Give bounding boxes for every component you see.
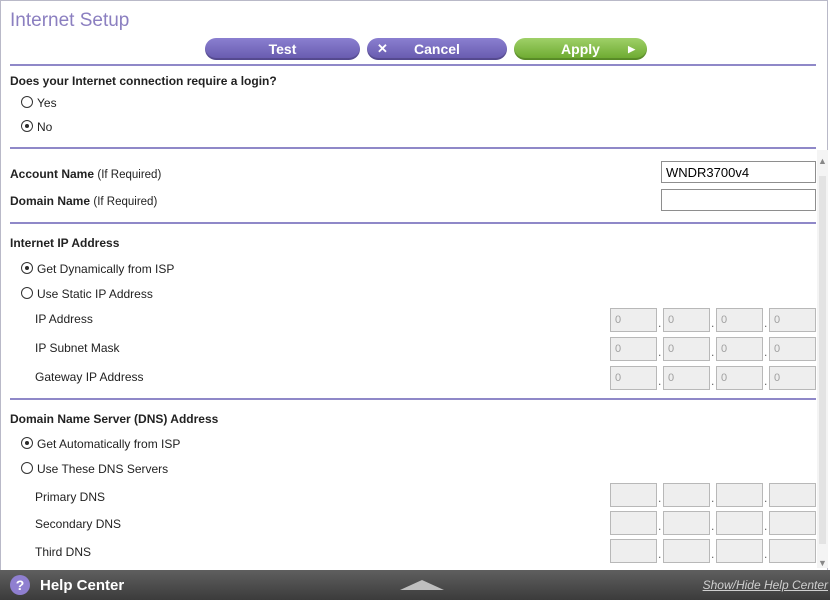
help-question-icon[interactable]: ? [10,575,30,595]
ip-address-octet-1[interactable] [610,308,657,332]
internet-ip-heading: Internet IP Address [10,236,120,250]
octet-separator: . [658,345,662,359]
subnet-mask-octet-1[interactable] [610,337,657,361]
ip-address-label: IP Address [35,312,93,326]
octet-separator: . [658,519,662,533]
primary-dns-label: Primary DNS [35,490,106,504]
octet-separator: . [764,374,768,388]
login-yes-radio[interactable] [21,96,33,108]
ip-address-octet-4[interactable] [769,308,816,332]
ip-static-label: Use Static IP Address [37,287,153,301]
scrollbar-thumb[interactable] [819,176,826,544]
third-dns-label: Third DNS [35,545,92,559]
play-arrow-icon: ▶ [628,43,635,54]
dns-auto-radio[interactable] [21,437,33,449]
secondary-dns-octet-4[interactable] [769,511,816,535]
octet-separator: . [711,374,715,388]
ip-static-radio[interactable] [21,287,33,299]
dns-heading: Domain Name Server (DNS) Address [10,412,219,426]
third-dns-octet-2[interactable] [663,539,710,563]
secondary-dns-label: Secondary DNS [35,517,122,531]
secondary-dns-octet-3[interactable] [716,511,763,535]
ip-dynamic-label: Get Dynamically from ISP [37,262,175,276]
scroll-up-arrow-icon[interactable]: ▲ [818,156,827,166]
secondary-dns-octet-1[interactable] [610,511,657,535]
octet-separator: . [658,374,662,388]
help-center-bar: ? Help Center Show/Hide Help Center [0,570,830,600]
octet-separator: . [658,316,662,330]
test-button[interactable]: Test [205,38,360,60]
octet-separator: . [658,547,662,561]
octet-separator: . [658,491,662,505]
page-title: Internet Setup [10,10,130,31]
subnet-mask-octet-2[interactable] [663,337,710,361]
divider [10,64,816,66]
octet-separator: . [764,316,768,330]
divider [10,222,816,224]
expand-up-arrow-icon[interactable] [400,580,444,590]
third-dns-octet-1[interactable] [610,539,657,563]
primary-dns-octet-4[interactable] [769,483,816,507]
domain-name-input[interactable] [661,189,816,211]
primary-dns-octet-3[interactable] [716,483,763,507]
gateway-ip-octet-1[interactable] [610,366,657,390]
subnet-mask-octet-4[interactable] [769,337,816,361]
login-no-radio[interactable] [21,120,33,132]
ip-dynamic-radio[interactable] [21,262,33,274]
dns-manual-label: Use These DNS Servers [37,462,169,476]
octet-separator: . [764,547,768,561]
domain-name-label: Domain Name (If Required) [10,194,157,208]
help-center-title: Help Center [40,577,125,594]
if-required-note: (If Required) [97,169,162,181]
gateway-ip-octet-3[interactable] [716,366,763,390]
ip-address-octet-2[interactable] [663,308,710,332]
third-dns-octet-3[interactable] [716,539,763,563]
third-dns-octet-4[interactable] [769,539,816,563]
show-hide-help-link[interactable]: Show/Hide Help Center [703,578,828,592]
apply-button[interactable]: Apply ▶ [514,38,647,60]
octet-separator: . [711,519,715,533]
gateway-ip-octet-2[interactable] [663,366,710,390]
test-label: Test [268,41,297,57]
cancel-button[interactable]: ✕ Cancel [367,38,507,60]
login-no-label: No [37,120,53,134]
vertical-scrollbar[interactable]: ▲ ▼ [817,150,828,568]
if-required-note: (If Required) [93,196,158,208]
octet-separator: . [764,519,768,533]
octet-separator: . [711,345,715,359]
close-icon: ✕ [377,41,388,56]
divider [10,398,816,400]
gateway-ip-octet-4[interactable] [769,366,816,390]
octet-separator: . [711,547,715,561]
primary-dns-octet-1[interactable] [610,483,657,507]
account-name-input[interactable] [661,161,816,183]
gateway-ip-label: Gateway IP Address [35,370,144,384]
dns-auto-label: Get Automatically from ISP [37,437,181,451]
cancel-label: Cancel [414,41,460,57]
login-question: Does your Internet connection require a … [10,74,277,88]
dns-manual-radio[interactable] [21,462,33,474]
octet-separator: . [764,345,768,359]
domain-name-text: Domain Name [10,194,91,208]
apply-label: Apply [561,41,600,57]
subnet-mask-label: IP Subnet Mask [35,341,120,355]
secondary-dns-octet-2[interactable] [663,511,710,535]
primary-dns-octet-2[interactable] [663,483,710,507]
subnet-mask-octet-3[interactable] [716,337,763,361]
account-name-label: Account Name (If Required) [10,167,161,181]
octet-separator: . [711,491,715,505]
scroll-down-arrow-icon[interactable]: ▼ [818,558,827,568]
account-name-text: Account Name [10,167,95,181]
divider [10,147,816,149]
octet-separator: . [764,491,768,505]
octet-separator: . [711,316,715,330]
login-yes-label: Yes [37,96,57,110]
ip-address-octet-3[interactable] [716,308,763,332]
